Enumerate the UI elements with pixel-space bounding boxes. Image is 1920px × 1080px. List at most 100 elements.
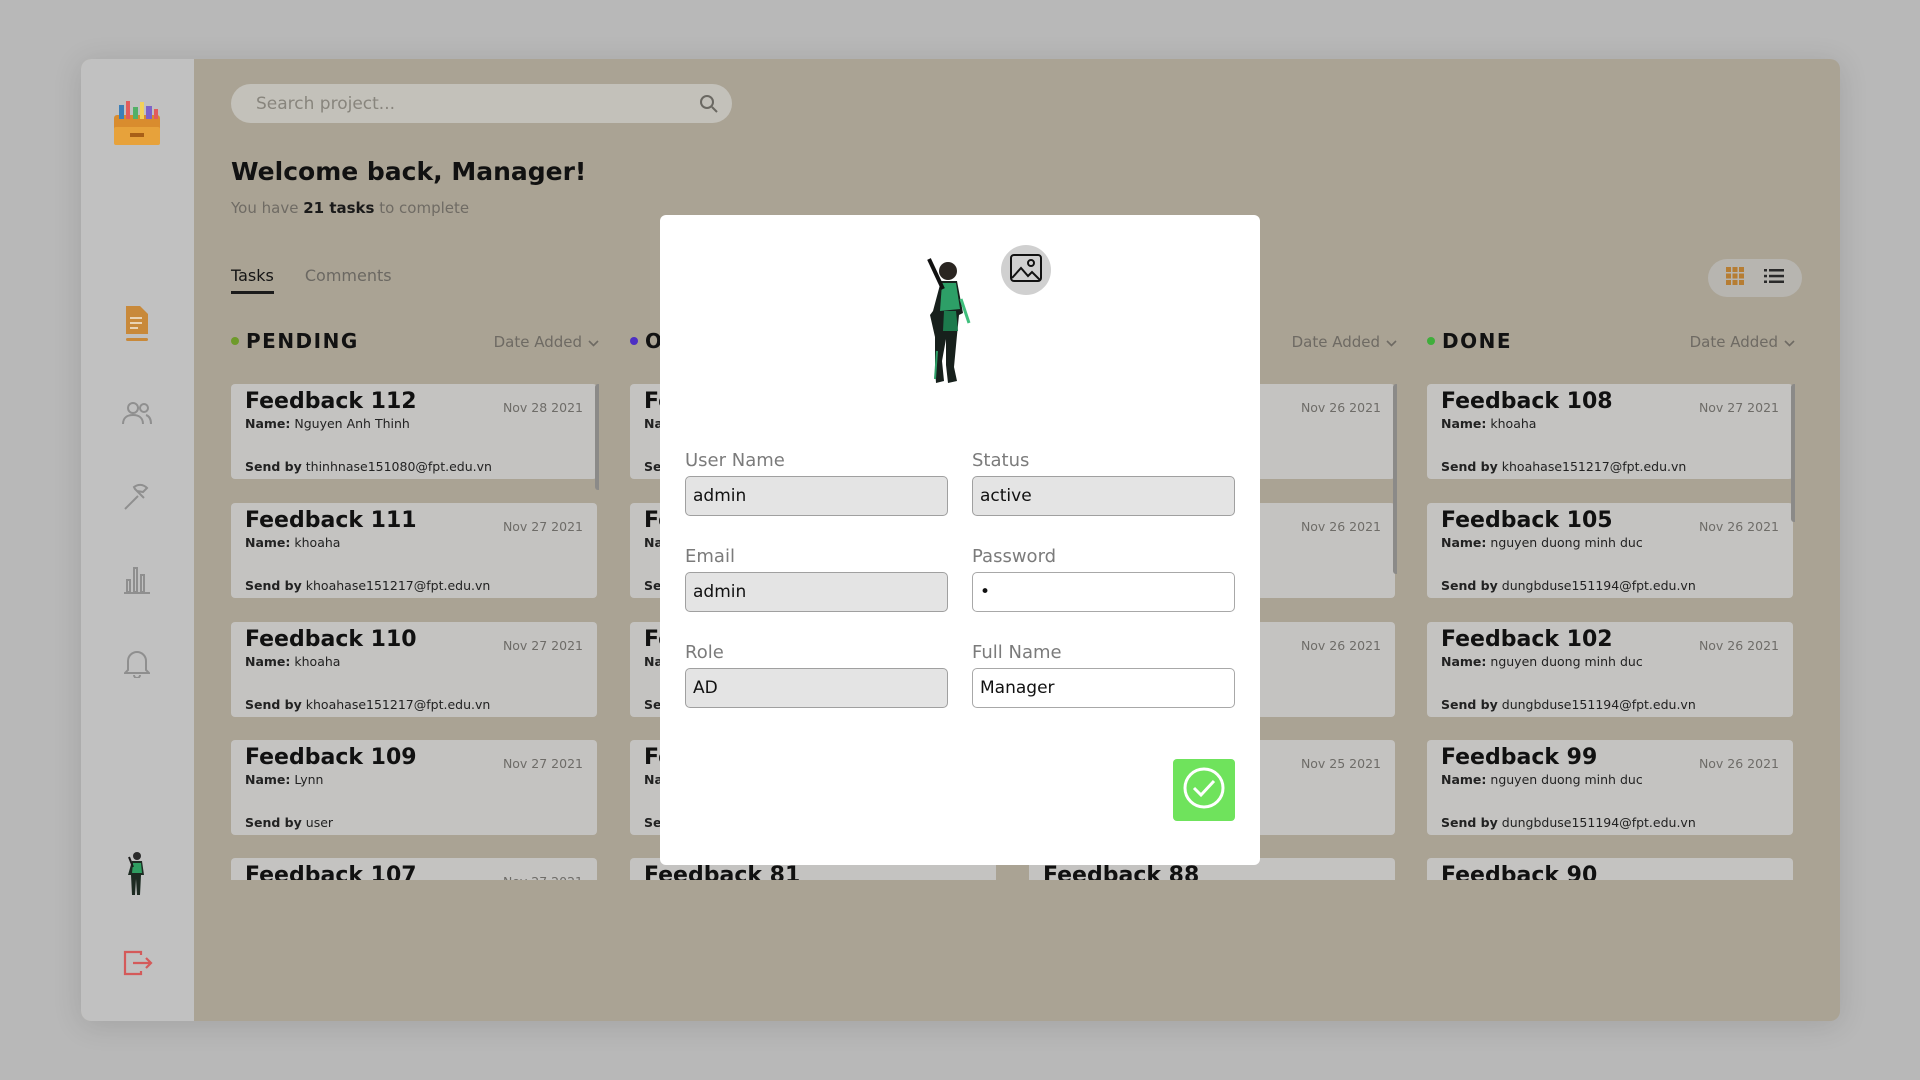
summary-suffix: to complete — [379, 199, 470, 217]
role-input[interactable] — [685, 668, 948, 708]
card-send-by: Send by user — [245, 815, 333, 830]
scrollbar[interactable] — [595, 384, 599, 880]
send-by-value: dungbduse151194@fpt.edu.vn — [1501, 697, 1696, 712]
status-dot — [231, 337, 239, 345]
sidebar — [81, 59, 194, 1021]
card-date: Nov 27 2021 — [503, 874, 583, 880]
username-input[interactable] — [685, 476, 948, 516]
tab-tasks[interactable]: Tasks — [231, 266, 274, 294]
role-field: Role — [685, 642, 948, 708]
card-send-by: Se — [644, 459, 662, 474]
status-dot — [630, 337, 638, 345]
check-circle-icon — [1182, 766, 1226, 814]
toolbox-logo[interactable] — [112, 97, 162, 147]
card-list: Feedback 108 Nov 27 2021 Name: khoaha Send … — [1427, 384, 1795, 880]
fullname-label: Full Name — [972, 642, 1062, 663]
card-send-by: Send by thinhnase151080@fpt.edu.vn — [245, 459, 492, 474]
send-by-label: Send by — [1441, 815, 1498, 830]
username-field: User Name — [685, 450, 948, 516]
view-toggle — [1708, 259, 1802, 297]
card-date: Nov 25 2021 — [1300, 756, 1381, 771]
logout-icon[interactable] — [123, 949, 153, 979]
status-field: Status — [972, 450, 1235, 516]
sort-label: Date Added — [1689, 333, 1778, 351]
chevron-down-icon — [1784, 333, 1795, 351]
status-input[interactable] — [972, 476, 1235, 516]
feedback-card[interactable]: Feedback 90 — [1427, 858, 1793, 880]
submit-button[interactable] — [1173, 759, 1235, 821]
card-date: Nov 27 2021 — [502, 756, 583, 771]
password-input[interactable] — [972, 572, 1235, 612]
name-value: Lynn — [294, 772, 324, 787]
profile-image — [911, 255, 997, 391]
card-name: Name: nguyen duong minh duc — [1441, 535, 1780, 550]
bar-chart-icon[interactable] — [122, 564, 152, 594]
email-label: Email — [685, 546, 735, 567]
card-date: Nov 27 2021 — [502, 519, 583, 534]
card-date: Nov 26 2021 — [1698, 756, 1779, 771]
task-summary: You have 21 tasks to complete — [231, 199, 469, 217]
column-header: PENDING Date Added — [231, 329, 599, 379]
feedback-card[interactable]: Feedback 99 Nov 26 2021 Name: nguyen duong… — [1427, 740, 1793, 835]
feedback-card[interactable]: Feedback 107Nov 27 2021 — [231, 858, 597, 880]
sort-dropdown[interactable]: Date Added — [1292, 333, 1397, 351]
image-icon — [1010, 254, 1042, 286]
card-send-by: Send by dungbduse151194@fpt.edu.vn — [1441, 815, 1696, 830]
column-title: PENDING — [231, 329, 359, 353]
feedback-card[interactable]: Feedback 112 Nov 28 2021 Name: Nguyen Anh … — [231, 384, 597, 479]
sort-label: Date Added — [493, 333, 582, 351]
name-label: Name: — [1441, 654, 1487, 669]
sort-dropdown[interactable]: Date Added — [494, 333, 599, 351]
hammer-icon[interactable] — [122, 482, 152, 512]
edit-profile-modal: User Name Status Email Password Role Ful… — [660, 215, 1260, 865]
search-icon[interactable] — [699, 94, 718, 113]
send-by-label: Send by — [245, 697, 302, 712]
send-by-value: dungbduse151194@fpt.edu.vn — [1501, 815, 1696, 830]
list-view-icon[interactable] — [1764, 268, 1784, 288]
feedback-card[interactable]: Feedback 105 Nov 26 2021 Name: nguyen duon… — [1427, 503, 1793, 598]
card-name: Name: nguyen duong minh duc — [1441, 772, 1780, 787]
scroll-thumb[interactable] — [595, 384, 599, 490]
card-name: Name: khoaha — [1441, 416, 1780, 431]
upload-image-button[interactable] — [1001, 245, 1051, 295]
column-title-text: DONE — [1442, 329, 1513, 353]
send-by-label: Send by — [1441, 697, 1498, 712]
name-value: Nguyen Anh Thinh — [294, 416, 410, 431]
card-send-by: Send by khoahase151217@fpt.edu.vn — [245, 697, 490, 712]
chevron-down-icon — [588, 333, 599, 351]
send-by-label: Send by — [245, 815, 302, 830]
name-value: khoaha — [294, 535, 341, 550]
feedback-card[interactable]: Feedback 109 Nov 27 2021 Name: Lynn Send by… — [231, 740, 597, 835]
feedback-card[interactable]: Feedback 110 Nov 27 2021 Name: khoaha Send … — [231, 622, 597, 717]
search-input[interactable] — [231, 84, 732, 123]
feedback-card[interactable]: Feedback 111 Nov 27 2021 Name: khoaha Send … — [231, 503, 597, 598]
sort-dropdown[interactable]: Date Added — [1690, 333, 1795, 351]
name-value: nguyen duong minh duc — [1490, 535, 1643, 550]
column-done: DONE Date Added Feedback 108 Nov 27 2021 Nam… — [1427, 329, 1795, 880]
bell-icon[interactable] — [122, 648, 152, 678]
password-field: Password — [972, 546, 1235, 612]
name-label: Name: — [1441, 535, 1487, 550]
fullname-input[interactable] — [972, 668, 1235, 708]
send-by-value: khoahase151217@fpt.edu.vn — [1501, 459, 1687, 474]
feedback-card[interactable]: Feedback 108 Nov 27 2021 Name: khoaha Send … — [1427, 384, 1793, 479]
name-value: nguyen duong minh duc — [1490, 772, 1643, 787]
card-send-by: Se — [644, 697, 662, 712]
grid-view-icon[interactable] — [1726, 267, 1744, 289]
document-icon[interactable] — [122, 306, 152, 341]
scroll-thumb[interactable] — [1393, 384, 1397, 574]
avatar[interactable] — [122, 851, 152, 897]
scrollbar[interactable] — [1791, 384, 1795, 880]
email-input[interactable] — [685, 572, 948, 612]
send-by-label: Send by — [1441, 459, 1498, 474]
card-date: Nov 26 2021 — [1698, 638, 1779, 653]
feedback-card[interactable]: Feedback 102 Nov 26 2021 Name: nguyen duon… — [1427, 622, 1793, 717]
role-label: Role — [685, 642, 724, 663]
users-icon[interactable] — [122, 398, 152, 428]
scroll-thumb[interactable] — [1791, 384, 1795, 522]
tab-comments[interactable]: Comments — [305, 266, 392, 294]
card-date: Nov 26 2021 — [1300, 638, 1381, 653]
send-by-label: Send by — [245, 578, 302, 593]
scrollbar[interactable] — [1393, 384, 1397, 880]
password-label: Password — [972, 546, 1057, 567]
